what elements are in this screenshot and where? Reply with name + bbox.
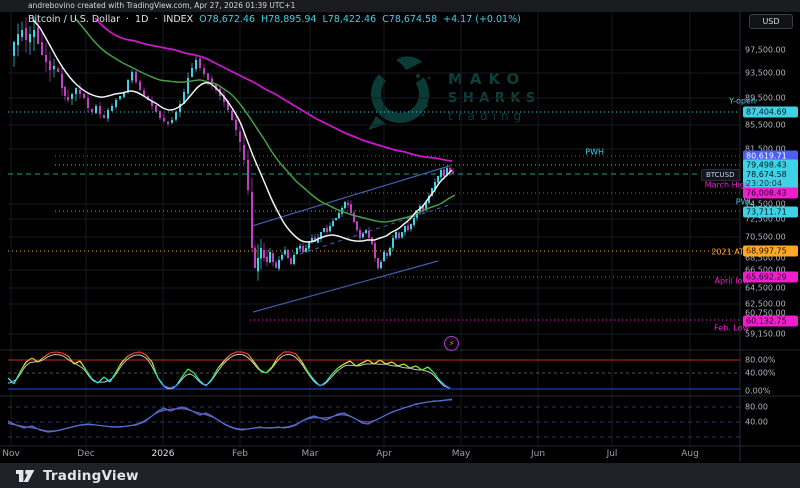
rsi-pane: [8, 399, 740, 437]
tradingview-brand-text[interactable]: TradingView: [43, 468, 139, 484]
ohlc-change: +4.17 (+0.01%): [443, 14, 521, 25]
ma-mid-green-line: [75, 18, 455, 222]
separator-dot: ·: [154, 14, 157, 25]
ma-fast-white-line: [33, 20, 452, 242]
ohlc-open: O78,672.46: [199, 14, 255, 25]
ascending-channel-drawing[interactable]: [252, 166, 449, 312]
ma-slow-magenta-line: [95, 18, 452, 161]
symbol-info-bar: Bitcoin / U.S. Dollar · 1D · INDEX O78,6…: [28, 14, 521, 25]
footer-bar: TradingView: [0, 462, 800, 488]
chart-grid: [8, 12, 740, 446]
separator-dot: ·: [126, 14, 129, 25]
chart-canvas[interactable]: [0, 0, 800, 488]
exchange-label: INDEX: [163, 14, 193, 25]
tradingview-logo-icon[interactable]: [16, 469, 35, 483]
interval-label[interactable]: 1D: [135, 14, 148, 25]
ohlc-close: C78,674.58: [382, 14, 437, 25]
ohlc-high: H78,895.94: [261, 14, 317, 25]
attribution-text: andrebovino created with TradingView.com…: [28, 1, 295, 10]
currency-unit-button[interactable]: USD: [749, 14, 793, 29]
ohlc-low: L78,422.46: [322, 14, 376, 25]
symbol-title[interactable]: Bitcoin / U.S. Dollar: [28, 14, 120, 25]
attribution-bar: andrebovino created with TradingView.com…: [0, 0, 800, 12]
stochastic-pane: [8, 352, 740, 389]
tradingview-chart-window: andrebovino created with TradingView.com…: [0, 0, 800, 488]
